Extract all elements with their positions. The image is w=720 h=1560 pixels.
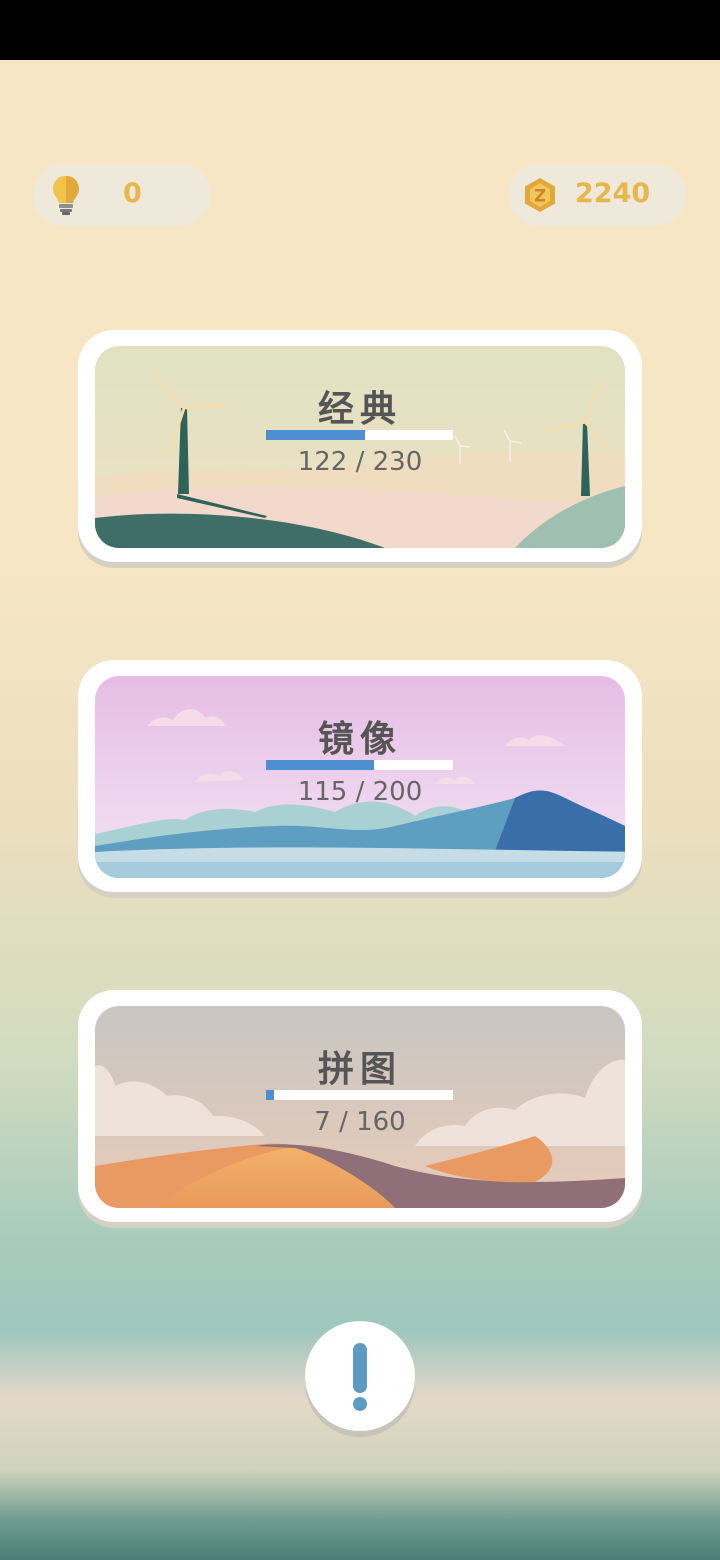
- progress-bar: [266, 1090, 453, 1100]
- progress-text: 122 / 230: [297, 447, 423, 477]
- info-button[interactable]: [305, 1321, 415, 1431]
- mode-card-mirror[interactable]: 镜像 115 / 200: [78, 660, 642, 892]
- progress-fill: [266, 760, 374, 770]
- mode-title: 镜像: [317, 719, 402, 760]
- lightbulb-icon: [51, 174, 81, 220]
- progress-text: 7 / 160: [314, 1107, 406, 1137]
- mode-card-puzzle[interactable]: 拼图 7 / 160: [78, 990, 642, 1222]
- coin-counter[interactable]: 2240: [508, 164, 686, 226]
- status-bar: [0, 0, 720, 60]
- hint-counter[interactable]: 0: [33, 164, 211, 226]
- exclamation-icon: [351, 1343, 369, 1415]
- progress-bar: [266, 760, 453, 770]
- mode-title: 拼图: [317, 1049, 402, 1090]
- progress-bar: [266, 430, 453, 440]
- hint-count: 0: [123, 178, 142, 209]
- progress-fill: [266, 1090, 275, 1100]
- mode-title: 经典: [317, 389, 402, 430]
- progress-text: 115 / 200: [297, 777, 423, 807]
- mode-card-classic[interactable]: 经典 122 / 230: [78, 330, 642, 562]
- progress-fill: [266, 430, 366, 440]
- coin-icon: [523, 177, 557, 217]
- coin-count: 2240: [575, 178, 651, 209]
